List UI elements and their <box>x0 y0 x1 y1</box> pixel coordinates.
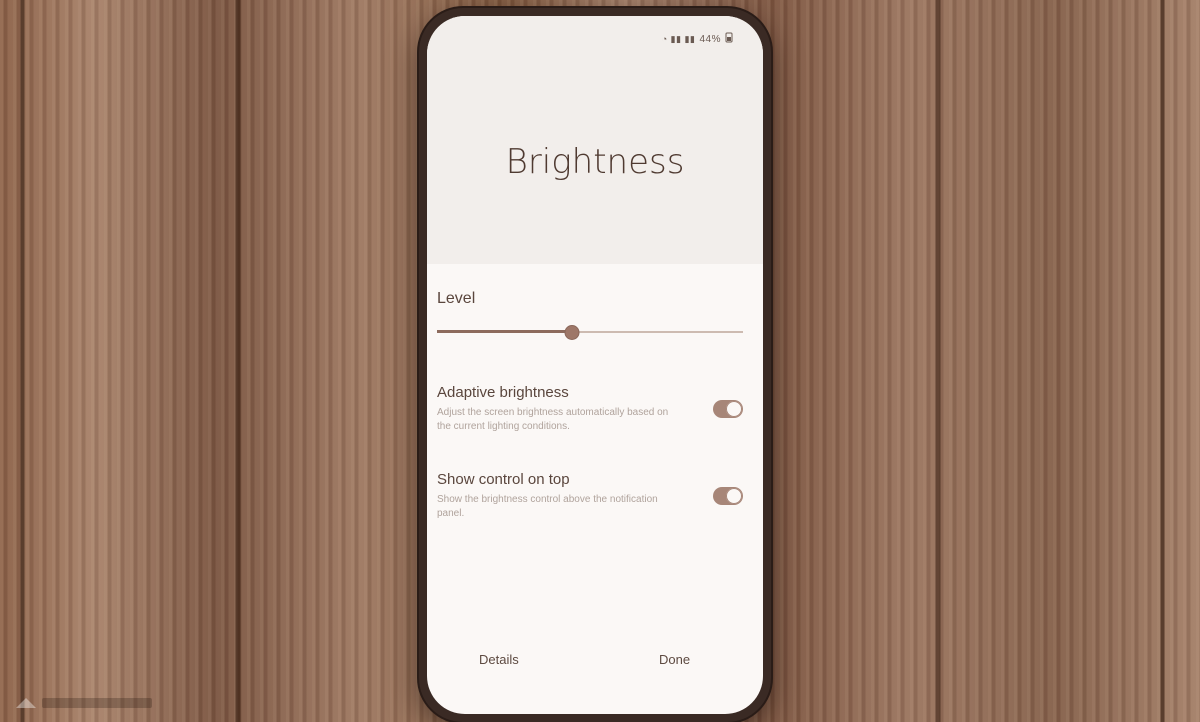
show-control-toggle[interactable] <box>713 487 743 505</box>
phone-device: ◔ ▮▮ ▮▮ 44% Brightness Level Adaptive br… <box>419 8 771 722</box>
adaptive-brightness-toggle[interactable] <box>713 400 743 418</box>
page-title: Brightness <box>505 142 685 182</box>
adaptive-brightness-setting[interactable]: Adaptive brightness Adjust the screen br… <box>437 384 743 434</box>
adaptive-brightness-description: Adjust the screen brightness automatical… <box>437 407 669 432</box>
battery-percent: 44% <box>699 33 721 45</box>
phone-screen: ◔ ▮▮ ▮▮ 44% Brightness Level Adaptive br… <box>427 16 763 714</box>
toggle-knob <box>726 401 742 417</box>
details-button[interactable]: Details <box>479 652 519 667</box>
brightness-slider[interactable] <box>437 324 743 340</box>
slider-thumb[interactable] <box>564 325 580 340</box>
toggle-knob <box>726 488 742 504</box>
battery-icon <box>725 32 733 46</box>
show-control-description: Show the brightness control above the no… <box>437 494 658 519</box>
done-button[interactable]: Done <box>659 652 690 667</box>
signal-wifi-icons: ◔ ▮▮ ▮▮ <box>661 33 696 44</box>
adaptive-brightness-title: Adaptive brightness <box>437 384 569 401</box>
show-control-on-top-setting[interactable]: Show control on top Show the brightness … <box>437 471 743 521</box>
level-label: Level <box>437 290 476 307</box>
header-area <box>427 16 763 264</box>
show-control-title: Show control on top <box>437 471 570 488</box>
bottom-actions: Details Done <box>427 652 763 676</box>
slider-fill <box>437 330 572 333</box>
status-bar: ◔ ▮▮ ▮▮ 44% <box>662 32 733 46</box>
watermark-logo <box>14 696 164 710</box>
